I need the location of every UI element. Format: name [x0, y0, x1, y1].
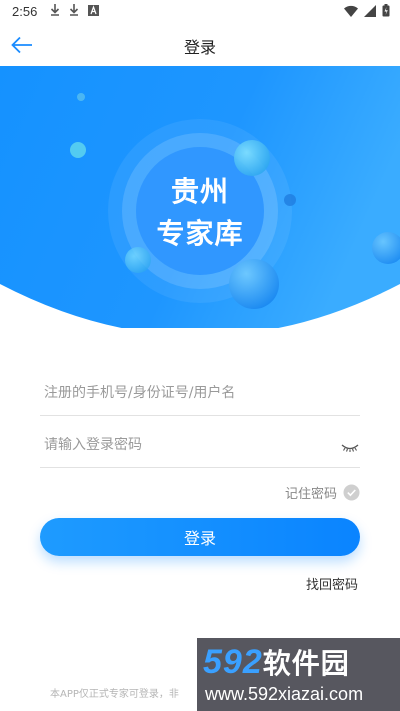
page-title: 登录 [183, 38, 216, 57]
logo-title-line2: 专家库 [156, 217, 244, 250]
eye-closed-icon[interactable] [340, 441, 360, 455]
login-button[interactable]: 登录 [40, 518, 360, 556]
status-bar: 2:56 [0, 0, 400, 24]
navigation-bar: 登录 [0, 24, 400, 66]
notification-icons [50, 4, 99, 16]
logo-title-line1: 贵州 [170, 175, 229, 208]
watermark-brand: 592软件园 [203, 642, 350, 682]
signal-icon [364, 4, 376, 17]
status-time: 2:56 [12, 4, 38, 19]
username-field [40, 371, 360, 416]
download-icon [69, 4, 79, 16]
remember-password-toggle[interactable]: 记住密码 [285, 483, 360, 502]
wifi-icon [344, 5, 358, 17]
hero-banner: 贵州 专家库 [0, 66, 400, 328]
download-icon [50, 4, 60, 16]
password-field [40, 423, 360, 468]
watermark-brand-digits: 592 [203, 643, 263, 681]
font-icon [88, 4, 99, 16]
battery-icon [382, 4, 390, 17]
check-circle-icon[interactable] [343, 484, 360, 501]
watermark-url: www.592xiazai.com [205, 684, 364, 704]
username-input[interactable] [44, 385, 334, 401]
system-icons [344, 4, 390, 17]
forgot-password-link[interactable]: 找回密码 [306, 574, 358, 593]
footer-note: 本APP仅正式专家可登录，非 [50, 689, 179, 700]
remember-password-label: 记住密码 [284, 487, 337, 502]
watermark: 592软件园 www.592xiazai.com [197, 638, 400, 711]
password-input[interactable] [44, 437, 334, 453]
watermark-brand-cn: 软件园 [262, 647, 350, 680]
